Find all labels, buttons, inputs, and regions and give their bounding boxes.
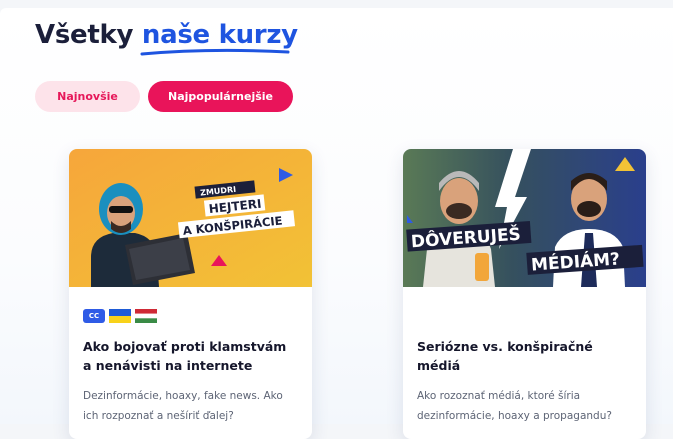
hungary-flag-icon [135,309,157,323]
language-badges: CC [83,305,168,327]
course-title[interactable]: Ako bojovať proti klamstvám a nenávisti … [83,337,298,375]
course-thumbnail: DÔVERUJEŠ MÉDIÁM? [403,149,646,287]
filter-popular-button[interactable]: Najpopulárnejšie [148,81,293,112]
title-highlight: naše kurzy [140,20,298,56]
ukraine-flag-icon [109,309,131,323]
title-highlight-text: naše kurzy [141,20,298,50]
main-panel: Všetky naše kurzy Najnovšie Najpopulárne… [0,8,673,439]
course-description: Dezinformácie, hoaxy, fake news. Ako ich… [83,390,283,422]
course-card[interactable]: ZMUDRI HEJTERI A KONŠPIRÁCIE CC Ako bojo… [69,149,312,439]
title-underline-icon [140,48,290,56]
course-title[interactable]: Seriózne vs. konšpiračné médiá [417,337,632,375]
course-thumbnail: ZMUDRI HEJTERI A KONŠPIRÁCIE [69,149,312,287]
title-prefix: Všetky [35,20,134,50]
page-title: Všetky naše kurzy [35,20,298,56]
course-description: Ako rozoznať médiá, ktoré šíria dezinfor… [417,390,612,422]
course-card[interactable]: DÔVERUJEŠ MÉDIÁM? Seriózne vs. konšpirač… [403,149,646,439]
subtitles-icon: CC [83,309,105,323]
filter-newest-button[interactable]: Najnovšie [35,81,140,112]
